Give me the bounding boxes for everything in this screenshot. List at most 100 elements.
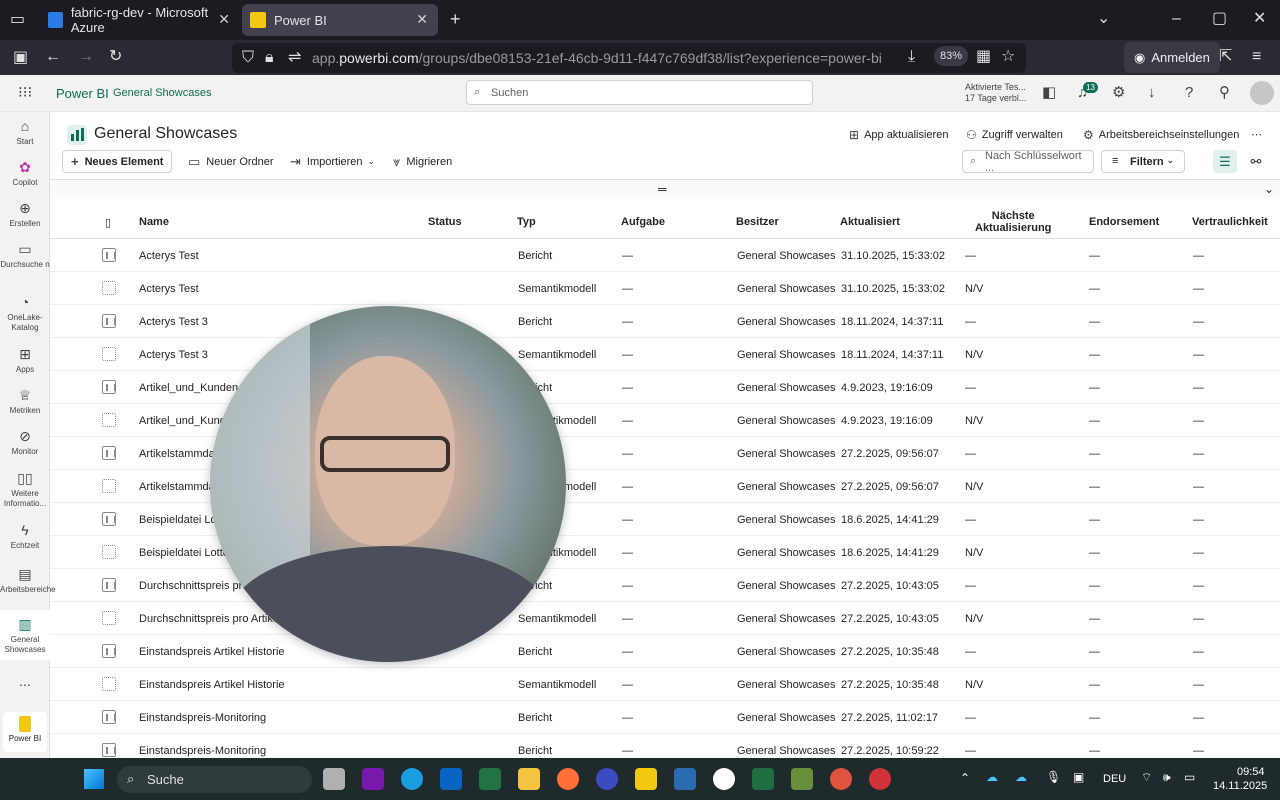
breadcrumb[interactable]: General Showcases bbox=[113, 87, 211, 99]
column-type[interactable]: Typ bbox=[517, 216, 536, 228]
download-to-icon[interactable]: ⤓ bbox=[908, 49, 915, 65]
microphone-icon[interactable]: 🎙︎ bbox=[1046, 770, 1061, 784]
wifi-icon[interactable]: ⌔ bbox=[1141, 770, 1152, 785]
download-icon[interactable]: ↓ bbox=[1148, 85, 1156, 100]
onenote-app-icon[interactable] bbox=[362, 768, 384, 790]
sidebar-icon[interactable]: ▣ bbox=[13, 50, 28, 66]
menu-icon[interactable]: ≡ bbox=[1252, 49, 1261, 65]
more-options-icon[interactable]: ⋯ bbox=[1251, 128, 1262, 141]
brand-label[interactable]: Power BI bbox=[56, 86, 109, 101]
row-name[interactable]: Acterys Test 3 bbox=[139, 349, 208, 361]
maximize-icon[interactable]: ▢ bbox=[1212, 11, 1227, 27]
workspace-settings-button[interactable]: ⚙ Arbeitsbereichseinstellungen bbox=[1083, 128, 1239, 142]
settings-icon[interactable]: ⚙ bbox=[1112, 85, 1125, 100]
excel-chart-app-icon[interactable] bbox=[479, 768, 501, 790]
clock-time[interactable]: 09:54 bbox=[1237, 766, 1265, 778]
close-tab-icon[interactable]: ✕ bbox=[416, 11, 428, 28]
powerpoint-app-icon[interactable] bbox=[869, 768, 891, 790]
tab-powerbi[interactable]: Power BI ✕ bbox=[242, 4, 438, 36]
column-status[interactable]: Status bbox=[428, 216, 462, 228]
nav-powerbi-switcher[interactable]: Power BI bbox=[3, 712, 47, 752]
nav-item-browse[interactable]: ▭ Durchsuche n bbox=[0, 241, 50, 270]
table-row[interactable]: Einstandspreis-Monitoring Bericht — General… bbox=[50, 701, 1280, 734]
row-name[interactable]: Beispieldatei Lot bbox=[139, 514, 220, 526]
column-owner[interactable]: Besitzer bbox=[736, 216, 779, 228]
new-tab-icon[interactable]: + bbox=[450, 10, 461, 28]
row-name[interactable]: Einstandspreis Artikel Historie bbox=[139, 679, 285, 691]
row-name[interactable]: Einstandspreis-Monitoring bbox=[139, 712, 266, 724]
snipping-app-icon[interactable] bbox=[791, 768, 813, 790]
migrate-button[interactable]: ⩔ Migrieren bbox=[385, 150, 460, 173]
nav-item-start[interactable]: ⌂ Start bbox=[0, 118, 50, 147]
import-button[interactable]: ⇥ Importieren ⌄ bbox=[282, 150, 383, 173]
nav-item-apps[interactable]: ⊞ Apps bbox=[0, 346, 50, 375]
photos-app-icon[interactable] bbox=[713, 768, 735, 790]
nav-item-create[interactable]: ⊕ Erstellen bbox=[0, 200, 50, 229]
filter-button[interactable]: ≡ Filtern ⌄ bbox=[1101, 150, 1185, 173]
battery-icon[interactable]: ▭ bbox=[1184, 770, 1195, 784]
column-name[interactable]: Name bbox=[139, 216, 169, 228]
nav-item-workspaces[interactable]: ▤ Arbeitsbereiche bbox=[0, 566, 56, 595]
bookmark-star-icon[interactable]: ☆ bbox=[1001, 49, 1015, 65]
recorder-app-icon[interactable] bbox=[830, 768, 852, 790]
app-launcher-icon[interactable]: ⁝⁝⁝ bbox=[18, 85, 32, 100]
chevron-down-icon[interactable]: ⌄ bbox=[1264, 182, 1274, 196]
nav-item-more[interactable]: ... bbox=[0, 674, 50, 688]
language-indicator[interactable]: DEU bbox=[1103, 773, 1126, 785]
edge-app-icon[interactable] bbox=[401, 768, 423, 790]
extensions-grid-icon[interactable]: ▦ bbox=[976, 49, 991, 65]
nav-item-onelake[interactable]: ◔ OneLake-Katalog bbox=[0, 294, 50, 333]
signin-button[interactable]: ◉ Anmelden bbox=[1124, 42, 1220, 73]
column-updated[interactable]: Aktualisiert bbox=[840, 216, 900, 228]
update-app-button[interactable]: ⊞ App aktualisieren bbox=[849, 128, 948, 142]
drag-handle-icon[interactable]: ═ bbox=[658, 182, 667, 196]
pane-splitter[interactable]: ═ ⌄ bbox=[50, 179, 1280, 199]
remote-desktop-app-icon[interactable] bbox=[674, 768, 696, 790]
nav-item-copilot[interactable]: ✿ Copilot bbox=[0, 159, 50, 188]
windows-start-icon[interactable] bbox=[84, 769, 104, 789]
table-row[interactable]: Einstandspreis Artikel Historie Semantikm… bbox=[50, 668, 1280, 701]
zoom-level[interactable]: 83% bbox=[934, 46, 969, 66]
list-view-toggle[interactable]: ☰ bbox=[1213, 150, 1237, 173]
row-name[interactable]: Acterys Test 3 bbox=[139, 316, 208, 328]
panel-icon[interactable]: ◧ bbox=[1042, 85, 1056, 100]
lineage-view-toggle[interactable]: ⚯ bbox=[1244, 150, 1268, 173]
column-task[interactable]: Aufgabe bbox=[621, 216, 665, 228]
avatar[interactable] bbox=[1250, 81, 1274, 105]
row-name[interactable]: Einstandspreis-Monitoring bbox=[139, 745, 266, 757]
back-icon[interactable]: ← bbox=[45, 49, 61, 65]
outlook-app-icon[interactable] bbox=[440, 768, 462, 790]
permissions-icon[interactable]: ⇌ bbox=[288, 50, 301, 66]
firefox-app-icon[interactable] bbox=[557, 768, 579, 790]
folder-app-icon[interactable] bbox=[518, 768, 540, 790]
excel-app-icon[interactable] bbox=[752, 768, 774, 790]
display-icon[interactable]: ▣ bbox=[1073, 770, 1084, 784]
nav-item-learn[interactable]: ▯▯ Weitere Informatio... bbox=[0, 470, 50, 509]
nav-item-general-showcases[interactable]: ▥ General Showcases bbox=[0, 610, 50, 660]
clock-date[interactable]: 14.11.2025 bbox=[1213, 780, 1267, 792]
help-icon[interactable]: ? bbox=[1185, 85, 1193, 100]
minimize-icon[interactable]: – bbox=[1172, 11, 1181, 27]
new-item-button[interactable]: + Neues Element bbox=[62, 150, 173, 173]
chevron-down-icon[interactable]: ⌄ bbox=[1097, 11, 1110, 27]
column-endorsement[interactable]: Endorsement bbox=[1089, 216, 1159, 228]
tab-list-icon[interactable]: ▭ bbox=[10, 12, 25, 28]
trial-status[interactable]: Aktivierte Tes... 17 Tage verbl... bbox=[965, 82, 1026, 104]
nav-item-metrics[interactable]: ♕ Metriken bbox=[0, 387, 50, 416]
reload-icon[interactable]: ↻ bbox=[109, 49, 122, 65]
column-next-refresh[interactable]: Nächste Aktualisierung bbox=[975, 210, 1051, 234]
feedback-icon[interactable]: ⚲ bbox=[1219, 85, 1230, 100]
row-name[interactable]: Acterys Test bbox=[139, 283, 199, 295]
row-name[interactable]: Acterys Test bbox=[139, 250, 199, 262]
volume-icon[interactable]: 🕪︎ bbox=[1163, 770, 1171, 785]
close-window-icon[interactable]: ✕ bbox=[1253, 11, 1266, 27]
global-search-input[interactable]: ⌕ Suchen bbox=[466, 80, 813, 105]
new-folder-button[interactable]: ▭ Neuer Ordner bbox=[180, 150, 282, 173]
taskbar-search[interactable]: ⌕ Suche bbox=[117, 766, 312, 793]
tab-azure[interactable]: fabric-rg-dev - Microsoft Azure ✕ bbox=[40, 4, 240, 36]
forward-icon[interactable]: → bbox=[78, 49, 94, 65]
nav-item-realtime[interactable]: ϟ Echtzeit bbox=[0, 522, 50, 551]
close-tab-icon[interactable]: ✕ bbox=[218, 11, 230, 28]
manage-access-button[interactable]: ⚇ Zugriff verwalten bbox=[966, 128, 1063, 142]
onedrive-business-icon[interactable]: ☁ bbox=[1015, 770, 1027, 784]
